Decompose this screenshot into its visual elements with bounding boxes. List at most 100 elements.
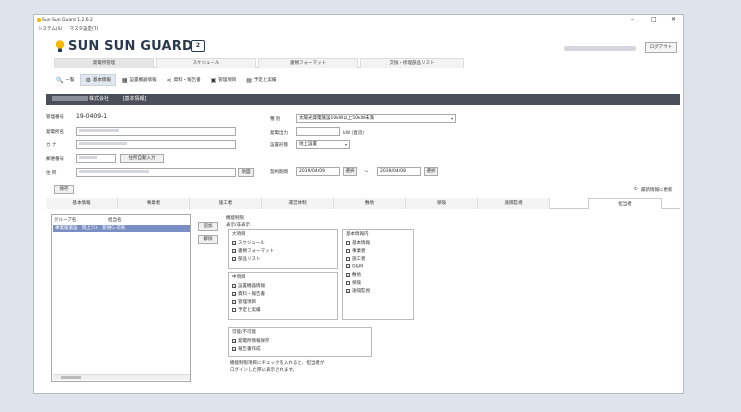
- logout-button[interactable]: ログアウト: [645, 42, 677, 53]
- kana-input[interactable]: [76, 140, 236, 149]
- checkbox-contractor[interactable]: 施工者: [346, 256, 366, 262]
- company-name-redacted: [52, 96, 88, 101]
- checkbox-documents[interactable]: ✓ 資料・報告書: [232, 291, 265, 297]
- tab-basic-info[interactable]: 基本情報: [46, 198, 118, 209]
- clipboard-icon: ▣: [210, 76, 217, 84]
- remove-button[interactable]: 解除: [198, 235, 218, 244]
- checkbox-create-report[interactable]: ✓ 報告書作成: [232, 346, 261, 352]
- checkbox-box: [346, 280, 350, 285]
- checkbox-label: 資料・報告書: [238, 292, 265, 297]
- display-title: 表示/非表示: [226, 223, 251, 228]
- save-button[interactable]: 保存: [54, 185, 74, 194]
- lightbulb-icon: [55, 40, 65, 52]
- tab-site[interactable]: 敷地: [334, 198, 406, 209]
- horizontal-scrollbar[interactable]: [53, 374, 190, 380]
- map-button[interactable]: 地図: [238, 168, 254, 177]
- checkbox-business-owner[interactable]: 事業者: [346, 248, 366, 254]
- close-icon[interactable]: ✕: [671, 16, 676, 23]
- permissions-title: 機能制限: [226, 216, 244, 221]
- checkbox-plan-actual[interactable]: 予定と実績: [232, 307, 261, 313]
- section-label: [基本情報]: [122, 96, 147, 102]
- list-item[interactable]: 事業版施設 岡上ﾃｽﾄ 新規G 司商: [53, 225, 190, 232]
- checkbox-schedule[interactable]: ✓ スケジュール: [232, 240, 265, 246]
- checkbox-box: [346, 256, 350, 261]
- checkbox-basic-info[interactable]: 基本情報: [346, 240, 370, 246]
- checkbox-box: [346, 240, 350, 245]
- type-select[interactable]: 太陽光発電施設10kW以上50kW未満 ▾: [296, 114, 456, 123]
- checkbox-equipment[interactable]: ✓ 設置機器情報: [232, 283, 265, 289]
- checkbox-box: ✓: [346, 272, 351, 278]
- checkbox-label: 報告書作成: [238, 347, 261, 352]
- checkbox-label: 敷地: [352, 273, 361, 278]
- checkbox-box: ✓: [232, 240, 237, 246]
- checkbox-box: ✓: [232, 299, 237, 305]
- checkbox-label: 発電所情報保存: [238, 339, 270, 344]
- middle-title: 中項目: [232, 275, 246, 280]
- checkbox-save-plant-info[interactable]: ✓ 発電所情報保存: [232, 338, 270, 344]
- nav-plan-actual[interactable]: ▤ 予定と実績: [242, 74, 280, 86]
- output-label: 発電出力: [270, 131, 288, 136]
- checkbox-box: ✓: [232, 248, 237, 254]
- window-title: Sun Sun Guard 1.2.6.2: [42, 18, 93, 23]
- calendar-icon: ▤: [246, 76, 252, 84]
- auto-address-button[interactable]: 住所自動入力: [120, 154, 164, 163]
- refresh-icon[interactable]: ↻: [634, 187, 638, 192]
- checkbox-insurance[interactable]: 保険: [346, 280, 361, 286]
- checkbox-remote-monitoring[interactable]: ✓ 遠隔監視: [346, 288, 370, 294]
- menu-master-settings[interactable]: マスタ設定(T): [70, 27, 99, 32]
- menu-system[interactable]: システム(S): [38, 27, 62, 32]
- add-button[interactable]: 追加: [198, 222, 218, 231]
- title-bar: Sun Sun Guard 1.2.6.2 – □ ✕: [34, 15, 683, 26]
- checkbox-management[interactable]: ✓ 管理項目: [232, 299, 256, 305]
- checkbox-doc-format[interactable]: ✓ 書類フォーマット: [232, 248, 274, 254]
- tab-business-owner[interactable]: 事業者: [118, 198, 190, 209]
- section-tabs: 基本情報 事業者 施工者 運営体制 敷地 保険 遠隔監視 担当者: [46, 198, 680, 209]
- type-value: 太陽光発電施設10kW以上50kW未満: [299, 116, 375, 121]
- install-label: 設置形態: [270, 143, 288, 148]
- tab-operations[interactable]: 運営体制: [262, 198, 334, 209]
- postal-input[interactable]: [76, 154, 116, 163]
- permissions-note-line1: 機能制限項目にチェックを入れると、担当者が: [230, 361, 325, 366]
- contract-start-input[interactable]: 2019/04/09: [296, 167, 340, 176]
- checkbox-label: 設置機器情報: [238, 284, 265, 289]
- checkbox-box: [232, 307, 236, 312]
- tab-document-format[interactable]: 書類フォーマット: [258, 58, 358, 68]
- contract-end-select-button[interactable]: 選択: [424, 167, 438, 176]
- minimize-icon[interactable]: –: [631, 16, 634, 23]
- checkbox-parts-list[interactable]: ✓ 部品リスト: [232, 256, 261, 262]
- enable-title: 可能/不可能: [232, 330, 257, 335]
- tab-plant-management[interactable]: 発電所管理: [54, 58, 154, 68]
- checkbox-site[interactable]: ✓ 敷地: [346, 272, 361, 278]
- nav-documents[interactable]: ⋖ 資料・報告書: [163, 74, 205, 86]
- scrollbar-thumb[interactable]: [61, 376, 81, 379]
- checkbox-box: ✓: [232, 291, 237, 297]
- refresh-link[interactable]: 最新情報に更新: [641, 187, 673, 193]
- tab-schedule[interactable]: スケジュール: [156, 58, 256, 68]
- list-header-staff: 担当名: [108, 218, 122, 223]
- install-select[interactable]: 地上設置 ▾: [296, 140, 350, 149]
- kana-label: カ ナ: [46, 143, 57, 148]
- basic-items-group: 基本情報内 基本情報 事業者 施工者 ✓ O&M ✓ 敷地 保険 ✓ 遠隔監視: [342, 229, 414, 320]
- tab-insurance[interactable]: 保険: [406, 198, 478, 209]
- tab-contractor[interactable]: 施工者: [190, 198, 262, 209]
- nav-management-items[interactable]: ▣ 管理項目: [207, 74, 241, 86]
- checkbox-label: 管理項目: [238, 300, 256, 305]
- checkbox-om[interactable]: ✓ O&M: [346, 264, 363, 270]
- plant-name-input[interactable]: [76, 127, 236, 136]
- address-input[interactable]: [76, 168, 236, 177]
- tab-parts-list[interactable]: 交換・修理部品リスト: [360, 58, 464, 68]
- tab-staff[interactable]: 担当者: [588, 198, 662, 209]
- group-listbox[interactable]: グループ名 担当名 事業版施設 岡上ﾃｽﾄ 新規G 司商: [51, 214, 191, 382]
- contract-end-input[interactable]: 2039/04/08: [377, 167, 421, 176]
- nav-equipment[interactable]: ▦ 設置機器情報: [118, 74, 161, 86]
- checkbox-label: 基本情報: [352, 241, 370, 246]
- contract-start-select-button[interactable]: 選択: [343, 167, 357, 176]
- header: SUN SUN GUARD 2 ログアウト: [34, 35, 683, 57]
- nav-basic-info[interactable]: ⚙ 基本情報: [80, 74, 116, 86]
- checkbox-label: 部品リスト: [238, 257, 261, 262]
- maximize-icon[interactable]: □: [651, 16, 657, 23]
- nav-list[interactable]: 🔍 一覧: [52, 74, 78, 86]
- mgmt-no-label: 管理番号: [46, 115, 64, 120]
- output-input[interactable]: [296, 127, 340, 136]
- tab-remote-monitoring[interactable]: 遠隔監視: [478, 198, 550, 209]
